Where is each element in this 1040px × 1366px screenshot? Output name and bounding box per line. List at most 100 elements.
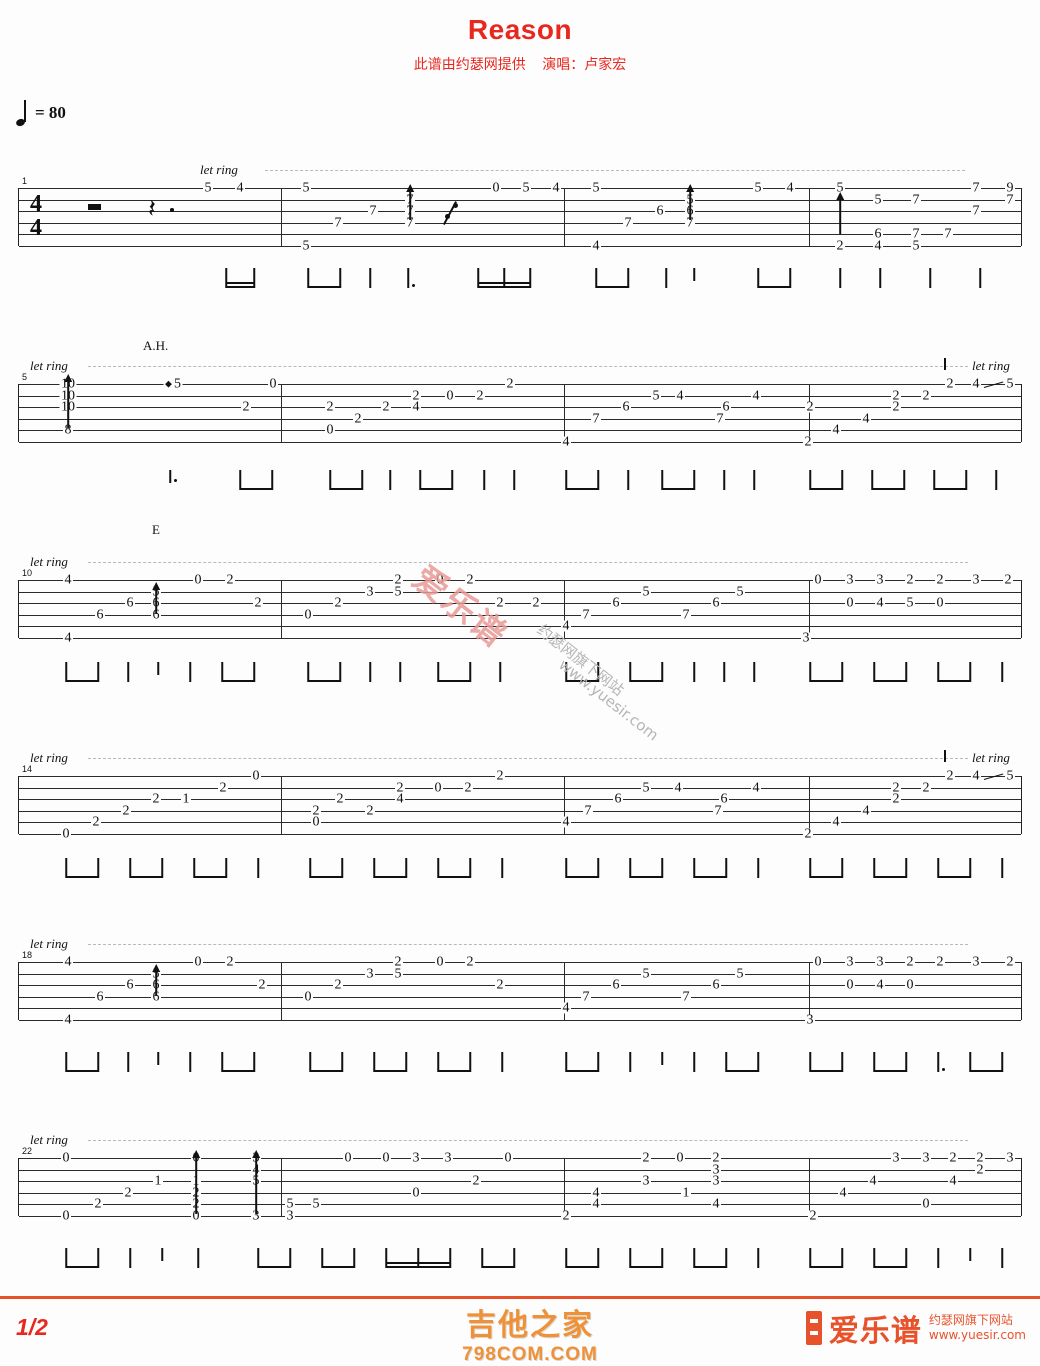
barline <box>281 580 283 638</box>
rhythm-beam <box>566 487 598 490</box>
let-ring-dashes <box>88 366 968 367</box>
tab-number: 2 <box>495 977 505 993</box>
tab-number: 4 <box>591 238 601 253</box>
rhythm-beam <box>726 1069 758 1072</box>
rhythm-beam <box>810 487 842 490</box>
tempo-value: = 80 <box>35 103 66 122</box>
tab-number: 7 <box>971 203 981 219</box>
rhythm-beam <box>420 487 452 490</box>
let-ring-dashes <box>88 944 968 945</box>
rhythm-stem <box>757 1248 759 1268</box>
tab-number: 4 <box>561 1000 571 1016</box>
arpeggio-arrow-icon <box>195 1156 197 1214</box>
tab-number: 6 <box>711 977 721 993</box>
barline <box>809 580 811 638</box>
arpeggio-arrow-icon <box>155 970 157 996</box>
footer-right-logo: 爱乐谱 约瑟网旗下网站 www.yuesir.com <box>805 1306 1026 1350</box>
tab-number: 2 <box>225 954 235 970</box>
rhythm-beam <box>934 487 966 490</box>
tab-number: 4 <box>875 977 885 993</box>
staff-line <box>19 1019 1021 1021</box>
tab-number: 7 <box>1005 192 1015 207</box>
rhythm-beam <box>438 1069 470 1072</box>
tab-number: 2 <box>333 977 343 993</box>
rhythm-beam <box>308 679 340 682</box>
rhythm-beam <box>874 1069 906 1072</box>
harmonic-string-label: E <box>152 522 160 537</box>
rhythm-beam <box>662 487 694 490</box>
rhythm-stem <box>839 268 841 288</box>
measure-number: 22 <box>22 1146 33 1156</box>
staff-line <box>19 973 1021 975</box>
rhythm-beam <box>130 875 162 878</box>
barline <box>564 384 566 442</box>
tab-number: 2 <box>335 791 345 807</box>
subtitle: 此谱由约瑟网提供 演唱：卢家宏 <box>0 54 1040 74</box>
tab-number: 6 <box>719 791 729 807</box>
tab-number: 7 <box>971 180 981 196</box>
tab-number: 2 <box>395 780 405 795</box>
rhythm-stem <box>407 268 409 288</box>
tab-staff <box>18 384 1022 443</box>
tab-number: 0 <box>491 180 501 196</box>
repeat-dot-upper <box>453 203 458 208</box>
tempo-marking: = 80 <box>16 100 66 126</box>
rhythm-beam <box>938 679 970 682</box>
tab-number: 2 <box>945 376 955 392</box>
tab-number: 4 <box>971 768 981 784</box>
rhythm-stem <box>879 268 881 288</box>
staff-line <box>19 985 1021 986</box>
tab-number: 4 <box>63 630 73 645</box>
footer-center-cn: 吉他之家 <box>466 1308 594 1343</box>
tab-number: 2 <box>475 388 485 403</box>
rhythm-stem <box>501 1052 503 1072</box>
tab-number: 4 <box>673 780 683 795</box>
tab-number: 5 <box>163 377 183 391</box>
rhythm-stem <box>399 662 401 682</box>
tab-number: 5 <box>905 595 915 611</box>
tab-number: 7 <box>591 411 601 426</box>
rhythm-stem <box>499 662 501 682</box>
rhythm-beam <box>258 1265 290 1268</box>
measure-number: 1 <box>22 176 28 186</box>
tab-number: 2 <box>353 411 363 426</box>
barline <box>281 384 283 442</box>
rhythm-beam <box>482 1265 514 1268</box>
tab-number: 2 <box>333 595 343 611</box>
tab-number: 7 <box>333 215 343 230</box>
arpeggio-arrow-icon <box>255 1156 257 1214</box>
rhythm-beam <box>374 875 406 878</box>
tab-number: 6 <box>711 595 721 611</box>
tab-number: 3 <box>845 954 855 970</box>
sheet-music-page: Reason 此谱由约瑟网提供 演唱：卢家宏 = 80 let ring 1 4 4 𝄽… <box>0 0 1040 1366</box>
subtitle-source: 此谱由约瑟网提供 <box>413 57 526 73</box>
staff-line <box>19 407 1021 408</box>
tab-number: 4 <box>873 238 883 253</box>
tab-number: 3 <box>641 1173 651 1189</box>
barline <box>809 188 811 246</box>
tab-number: 4 <box>63 954 73 970</box>
tab-number: 3 <box>711 1173 721 1189</box>
staff-line <box>19 1008 1021 1009</box>
tab-number: 3 <box>365 966 375 981</box>
footer-right-line2: www.yuesir.com <box>928 1328 1026 1342</box>
rhythm-beam <box>330 487 362 490</box>
whole-rest <box>88 204 101 210</box>
rhythm-beam <box>810 1265 842 1268</box>
rhythm-beam <box>874 679 906 682</box>
subtitle-artist: 演唱：卢家宏 <box>542 57 627 73</box>
tab-number: 1 <box>153 1173 163 1189</box>
staff-line <box>19 614 1021 616</box>
rhythm-beam <box>322 1265 354 1268</box>
tab-number: 2 <box>93 1196 103 1212</box>
rhythm-stem <box>189 662 191 682</box>
rhythm-beam <box>874 1265 906 1268</box>
rhythm-stem <box>369 662 371 682</box>
let-ring-dashes <box>265 170 965 171</box>
tab-number: 3 <box>875 954 885 970</box>
tab-number: 4 <box>838 1185 848 1200</box>
repeat-dot-lower <box>445 214 450 219</box>
measure-number: 18 <box>22 950 33 960</box>
quarter-note-icon <box>16 100 28 126</box>
tab-number: 3 <box>891 1150 901 1166</box>
